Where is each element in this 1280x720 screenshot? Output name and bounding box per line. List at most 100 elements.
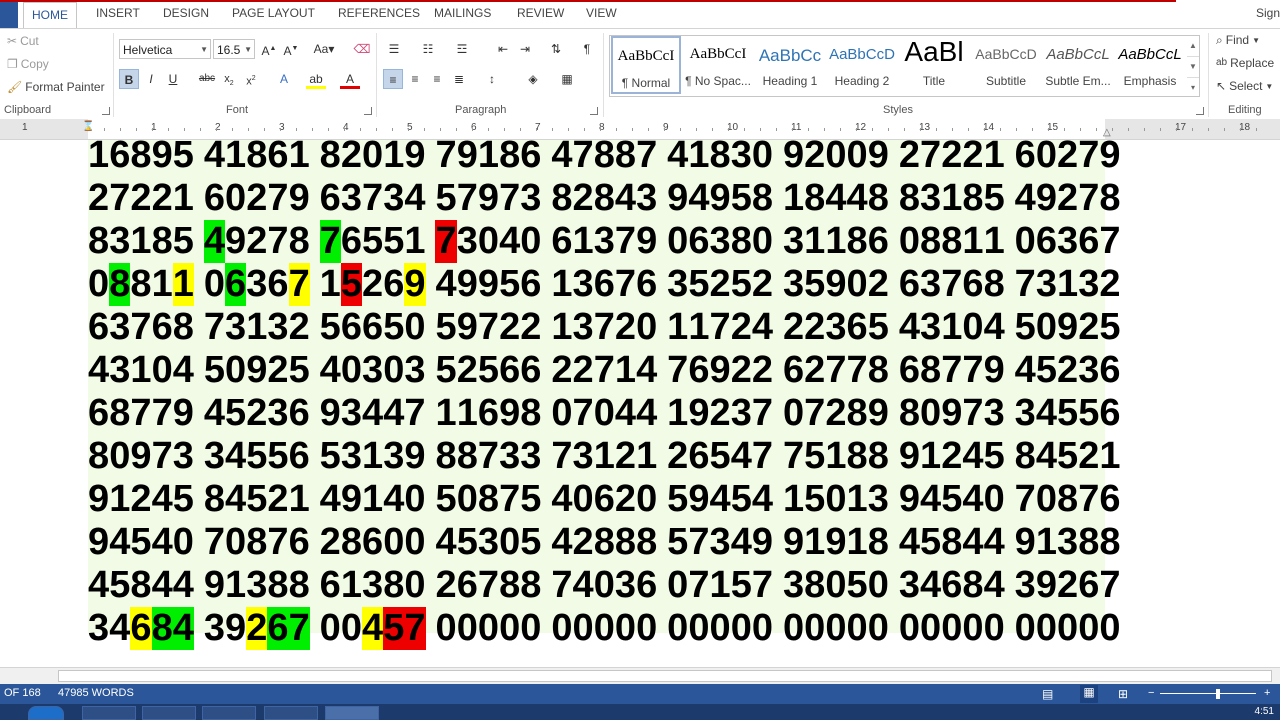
font-size-select[interactable]: 16.5 ▼ xyxy=(213,39,255,59)
styles-gallery-scroll[interactable]: ▲ ▼ ▾ xyxy=(1187,35,1200,97)
digit: 8 xyxy=(983,263,1005,305)
document-area[interactable]: 16895 41861 82019 79186 47887 41830 9200… xyxy=(0,140,1280,667)
document-line[interactable]: 94540 70876 28600 45305 42888 57349 9191… xyxy=(88,521,1121,564)
paragraph-launcher-icon[interactable] xyxy=(590,107,598,115)
page-count[interactable]: OF 168 xyxy=(4,687,41,699)
bold-button[interactable]: B xyxy=(119,69,139,89)
clipboard-launcher-icon[interactable] xyxy=(102,107,110,115)
word-icon[interactable] xyxy=(325,706,379,720)
font-color-icon[interactable]: A xyxy=(340,69,360,89)
font-family-select[interactable]: Helvetica ▼ xyxy=(119,39,211,59)
tab-view[interactable]: VIEW xyxy=(578,0,625,27)
copy-button[interactable]: ❐ Copy xyxy=(7,57,49,71)
shrink-font-button[interactable]: A▼ xyxy=(281,39,301,59)
show-formatting-icon[interactable]: ¶ xyxy=(577,39,597,59)
clear-formatting-icon[interactable]: ⌫ xyxy=(352,39,372,59)
tab-review[interactable]: REVIEW xyxy=(509,0,572,27)
more-styles-icon[interactable]: ▾ xyxy=(1187,77,1199,97)
document-line[interactable]: 63768 73132 56650 59722 13720 11724 2236… xyxy=(88,306,1121,349)
document-line[interactable]: 43104 50925 40303 52566 22714 76922 6277… xyxy=(88,349,1121,392)
font-launcher-icon[interactable] xyxy=(364,107,372,115)
cut-button[interactable]: ✂ Cut xyxy=(7,34,39,48)
text-effects-icon[interactable]: A xyxy=(274,69,294,89)
shading-icon[interactable]: ◈ xyxy=(523,69,543,89)
decrease-indent-icon[interactable]: ⇤ xyxy=(493,39,513,59)
digit: 7 xyxy=(551,564,573,606)
explorer-icon[interactable] xyxy=(82,706,136,720)
browser-icon[interactable] xyxy=(202,706,256,720)
app-icon[interactable] xyxy=(142,706,196,720)
zoom-in-icon[interactable]: + xyxy=(1264,687,1270,699)
file-tab-edge[interactable] xyxy=(0,0,18,28)
document-line[interactable]: 27221 60279 63734 57973 82843 94958 1844… xyxy=(88,177,1121,220)
underline-button[interactable]: U xyxy=(163,69,183,89)
first-line-indent-marker[interactable]: ⌛ xyxy=(82,121,94,132)
style-heading-2[interactable]: AaBbCcD Heading 2 xyxy=(827,36,897,94)
increase-indent-icon[interactable]: ⇥ xyxy=(515,39,535,59)
right-indent-marker[interactable]: △ xyxy=(1103,127,1111,138)
style-subtle-emphasis[interactable]: AaBbCcL Subtle Em... xyxy=(1043,36,1113,94)
tab-mailings[interactable]: MAILINGS xyxy=(426,0,499,27)
subscript-button[interactable]: x2 xyxy=(219,69,239,89)
zoom-slider-handle[interactable] xyxy=(1216,689,1220,699)
tab-insert[interactable]: INSERT xyxy=(88,0,148,27)
chevron-up-icon[interactable]: ▲ xyxy=(1187,36,1199,56)
tab-design[interactable]: DESIGN xyxy=(155,0,217,27)
bullets-icon[interactable]: ☰ xyxy=(384,39,404,59)
style-no-spacing[interactable]: AaBbCcI ¶ No Spac... xyxy=(683,36,753,94)
format-painter-button[interactable]: 🖌 Format Painter xyxy=(7,80,105,94)
superscript-button[interactable]: x2 xyxy=(241,69,261,89)
chrome-icon[interactable] xyxy=(264,706,318,720)
style-title[interactable]: AaBl Title xyxy=(899,36,969,94)
zoom-out-icon[interactable]: − xyxy=(1148,687,1154,699)
strikethrough-button[interactable]: abc xyxy=(197,69,217,89)
align-right-icon[interactable]: ≡ xyxy=(427,69,447,89)
multilevel-list-icon[interactable]: ☲ xyxy=(452,39,472,59)
borders-icon[interactable]: ▦ xyxy=(557,69,577,89)
document-line[interactable]: 80973 34556 53139 88733 73121 26547 7518… xyxy=(88,435,1121,478)
tab-references[interactable]: REFERENCES xyxy=(330,0,428,27)
style-emphasis[interactable]: AaBbCcL Emphasis xyxy=(1115,36,1185,94)
line-spacing-icon[interactable]: ↕ xyxy=(482,69,502,89)
styles-launcher-icon[interactable] xyxy=(1196,107,1204,115)
document-line[interactable]: 91245 84521 49140 50875 40620 59454 1501… xyxy=(88,478,1121,521)
chevron-down-icon[interactable]: ▼ xyxy=(1187,56,1199,77)
digit: 3 xyxy=(477,521,500,563)
zoom-slider-track[interactable] xyxy=(1160,693,1256,694)
horizontal-scrollbar[interactable] xyxy=(0,667,1280,685)
document-line[interactable]: 34684 39267 00457 00000 00000 00000 0000… xyxy=(88,607,1121,650)
document-line[interactable]: 45844 91388 61380 26788 74036 07157 3805… xyxy=(88,564,1121,607)
digit: 1 xyxy=(225,140,247,176)
start-button-icon[interactable] xyxy=(28,706,64,720)
read-mode-icon[interactable]: ▤ xyxy=(1042,687,1053,701)
sign-in-link[interactable]: Sign xyxy=(1256,6,1280,20)
document-line[interactable]: 16895 41861 82019 79186 47887 41830 9200… xyxy=(88,140,1121,177)
clock[interactable]: 4:51 xyxy=(1255,706,1274,717)
word-count[interactable]: 47985 WORDS xyxy=(58,687,134,699)
select-button[interactable]: ↖ Select ▼ xyxy=(1216,79,1273,93)
highlight-color-icon[interactable]: ab xyxy=(306,69,326,89)
document-line[interactable]: 08811 06367 15269 49956 13676 35252 3590… xyxy=(88,263,1121,306)
replace-button[interactable]: ab Replace xyxy=(1216,56,1274,70)
style-subtitle[interactable]: AaBbCcD Subtitle xyxy=(971,36,1041,94)
grow-font-button[interactable]: A▲ xyxy=(259,39,279,59)
sort-icon[interactable]: ⇅ xyxy=(546,39,566,59)
document-line[interactable]: 68779 45236 93447 11698 07044 19237 0728… xyxy=(88,392,1121,435)
numbering-icon[interactable]: ☷ xyxy=(418,39,438,59)
document-line[interactable]: 83185 49278 76551 73040 61379 06380 3118… xyxy=(88,220,1121,263)
style-normal[interactable]: AaBbCcI ¶ Normal xyxy=(611,36,681,94)
align-left-icon[interactable]: ≡ xyxy=(383,69,403,89)
digit: 4 xyxy=(636,349,658,391)
tab-page-layout[interactable]: PAGE LAYOUT xyxy=(224,0,323,27)
scrollbar-thumb[interactable] xyxy=(58,670,1272,682)
tab-home[interactable]: HOME xyxy=(23,2,77,29)
italic-button[interactable]: I xyxy=(141,69,161,89)
justify-icon[interactable]: ≣ xyxy=(449,69,469,89)
print-layout-icon[interactable]: ▦ xyxy=(1080,685,1098,703)
web-layout-icon[interactable]: ⊞ xyxy=(1118,687,1128,701)
horizontal-ruler[interactable]: ⌛ △ 1 1 2 3 4 5 6 7 8 9 10 11 12 13 14 15 17 18 xyxy=(0,119,1280,140)
change-case-button[interactable]: Aa▾ xyxy=(309,39,339,59)
find-button[interactable]: ⌕ Find ▼ xyxy=(1216,33,1260,47)
style-heading-1[interactable]: AaBbCc Heading 1 xyxy=(755,36,825,94)
align-center-icon[interactable]: ≡ xyxy=(405,69,425,89)
